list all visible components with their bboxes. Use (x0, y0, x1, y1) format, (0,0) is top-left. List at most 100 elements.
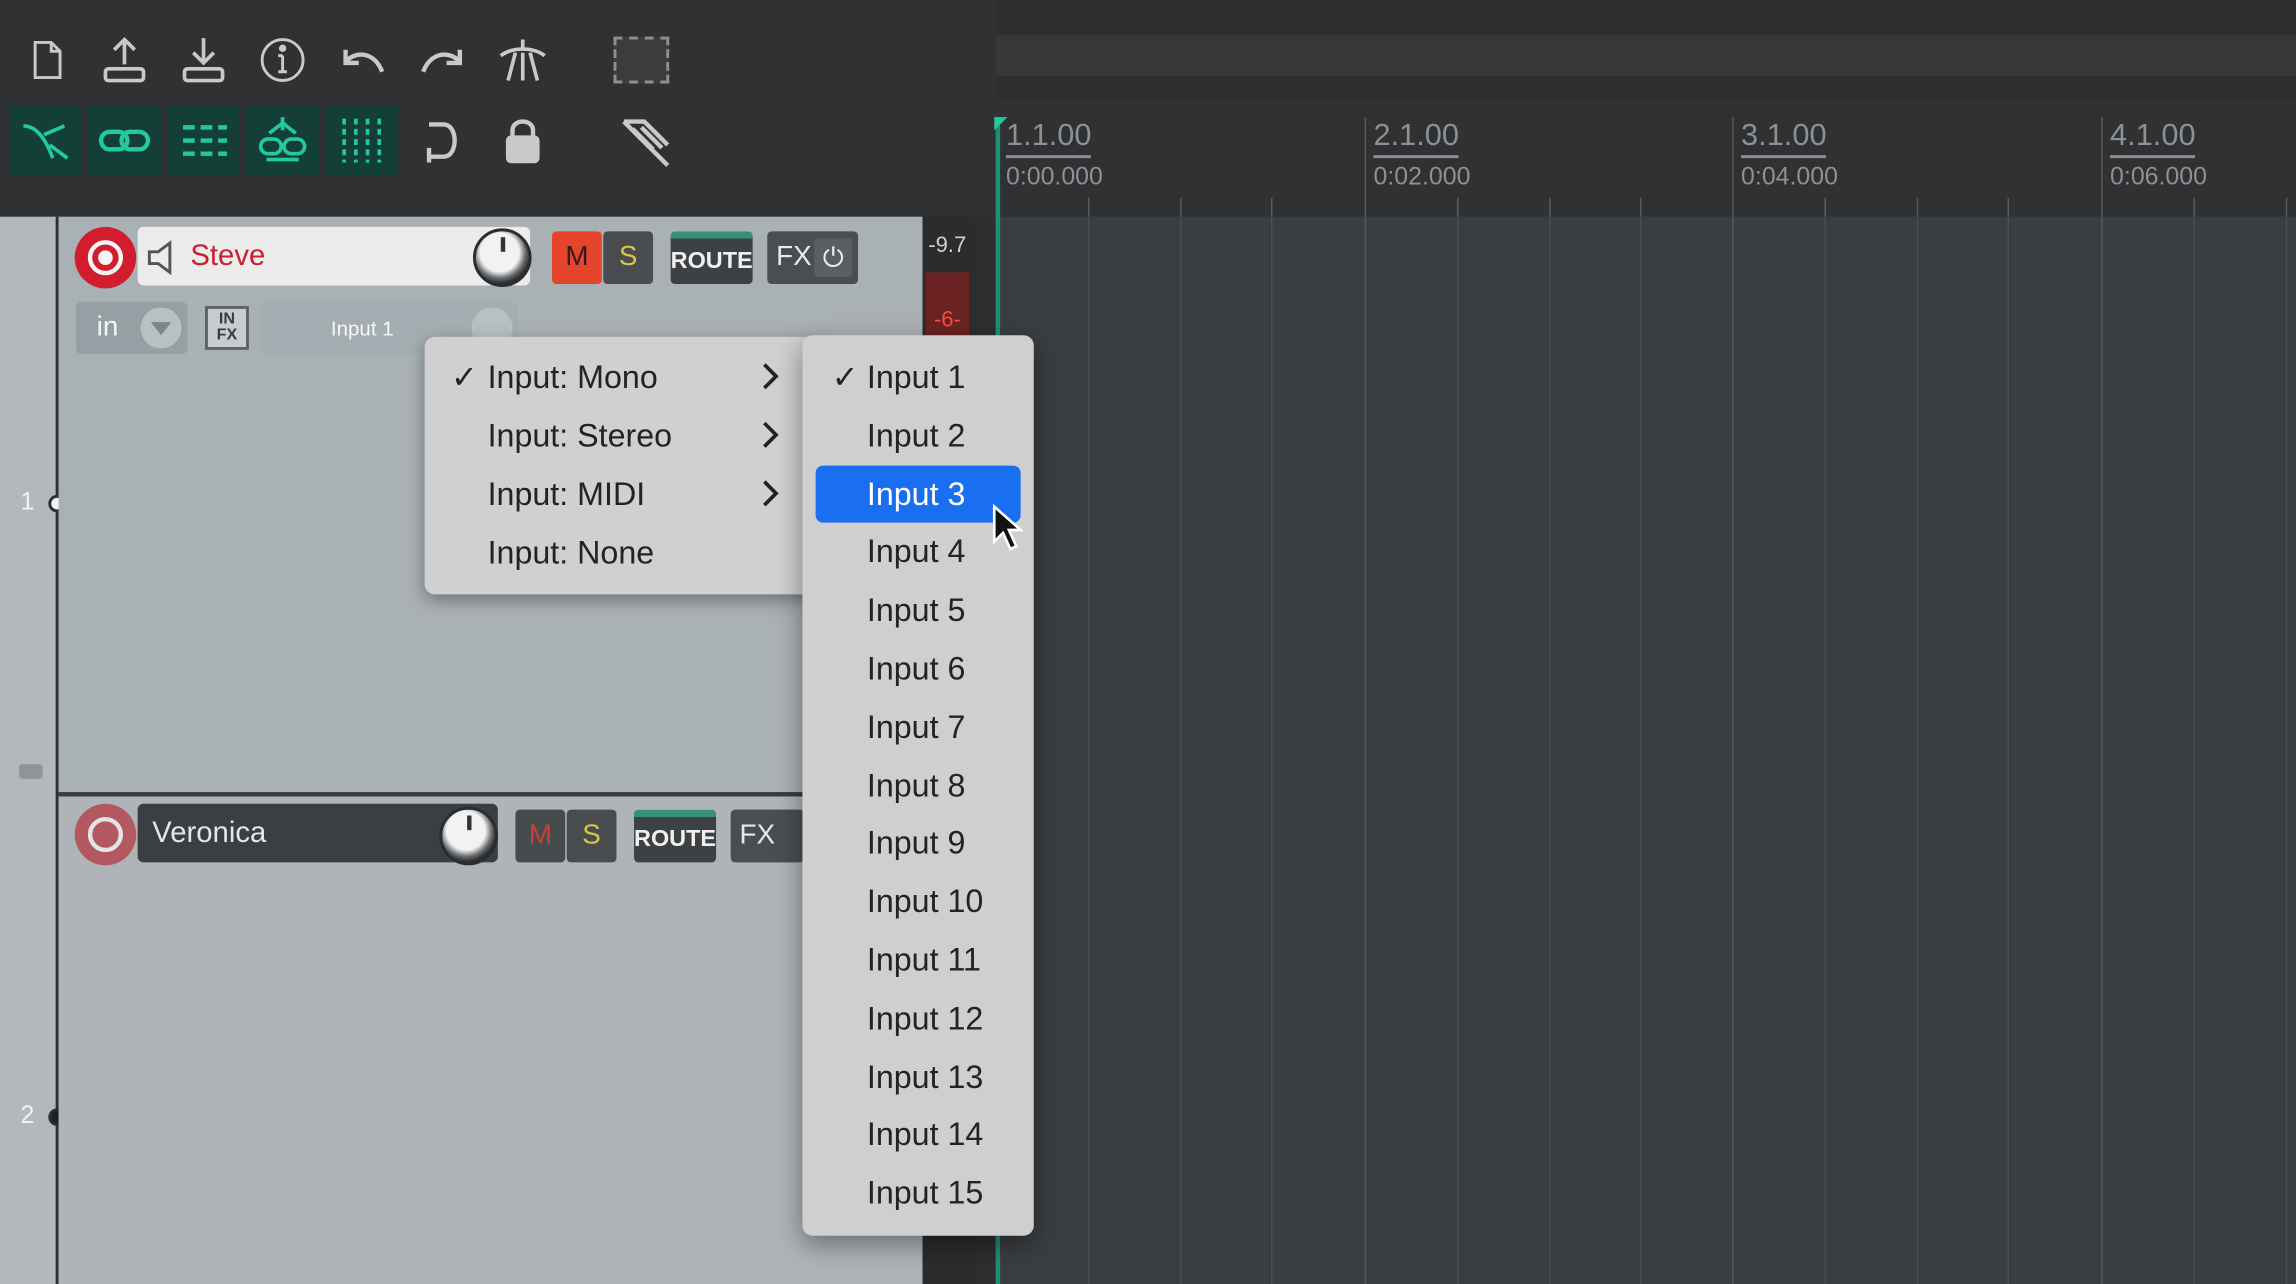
submenu-item-label: Input 9 (866, 824, 966, 862)
submenu-item-input-7[interactable]: Input 7 (832, 700, 1022, 756)
grid-line (2101, 216, 2103, 1284)
checkmark-icon: ✓ (831, 358, 859, 396)
daw-window: 1.1.00 0:00.000 2.1.00 0:02.000 3.1.00 0:04… (0, 0, 2296, 1284)
submenu-item-input-11[interactable]: Input 11 (832, 933, 1022, 989)
folder-icon[interactable] (19, 764, 43, 779)
solo-button[interactable]: S (603, 231, 654, 285)
loop-icon[interactable] (410, 108, 474, 172)
edit-cursor-flag[interactable] (994, 117, 1008, 131)
fx-button[interactable]: FX ⏻ (767, 231, 859, 285)
route-button[interactable]: ROUTE (634, 809, 717, 863)
submenu-item-label: Input 2 (866, 416, 966, 454)
menu-item-input-stereo[interactable]: Input: Stereo (451, 408, 780, 464)
meter-clip-value: -6- (933, 307, 961, 333)
track-panel-veronica[interactable] (58, 792, 923, 1284)
record-arm-button[interactable] (74, 803, 137, 866)
submenu-item-label: Input 5 (866, 591, 966, 629)
menu-item-label: Input: Mono (487, 358, 658, 396)
grid-line (1179, 216, 1182, 1284)
input-mode-label: in (96, 311, 119, 343)
meter-peak-value: -9.7 (928, 232, 967, 258)
fx-button[interactable]: FX (730, 809, 804, 863)
mute-button[interactable]: M (552, 231, 602, 285)
submenu-item-input-15[interactable]: Input 15 (832, 1166, 1022, 1222)
submenu-item-label: Input 11 (866, 941, 981, 979)
item-grouping-icon[interactable] (87, 105, 162, 176)
auto-crossfade-icon[interactable] (246, 105, 320, 176)
metronome-icon[interactable] (491, 28, 555, 92)
new-project-icon[interactable] (13, 28, 77, 92)
menu-item-label: Input: MIDI (487, 475, 646, 513)
route-button[interactable]: ROUTE (670, 231, 753, 285)
ruler-marker: 2.1.00 0:02.000 (1373, 118, 1471, 191)
submenu-item-input-9[interactable]: Input 9 (832, 816, 1022, 872)
project-info-icon[interactable] (250, 28, 314, 92)
volume-knob[interactable] (439, 806, 498, 866)
submenu-item-input-6[interactable]: Input 6 (832, 641, 1022, 697)
grid-line (1732, 216, 1734, 1284)
input-mode-selector[interactable]: in (76, 301, 188, 355)
chevron-right-icon (763, 421, 779, 448)
ruler-tick (2193, 197, 2195, 217)
ripple-edit-icon[interactable] (8, 105, 83, 176)
ruler-tick (1364, 117, 1367, 217)
submenu-item-label: Input 6 (866, 650, 966, 687)
menu-item-label: Input: None (487, 534, 655, 571)
open-project-icon[interactable] (92, 28, 156, 92)
monitor-speaker-icon[interactable] (146, 239, 178, 277)
ruler-tick (1179, 197, 1182, 217)
submenu-item-input-13[interactable]: Input 13 (832, 1049, 1022, 1105)
ruler-tick (2285, 197, 2287, 217)
ruler-tick (1087, 197, 1090, 217)
submenu-item-label: Input 12 (866, 999, 984, 1037)
track-number: 2 (20, 1101, 35, 1129)
menu-item-input-midi[interactable]: Input: MIDI (451, 467, 780, 523)
meter-clip-indicator[interactable]: -6- (925, 272, 970, 337)
track-name-field[interactable]: Steve (137, 226, 531, 286)
submenu-item-input-10[interactable]: Input 10 (832, 874, 1022, 930)
fx-bypass-icon[interactable]: ⏻ (814, 238, 853, 277)
ruler-tick (2008, 197, 2010, 217)
lock-icon[interactable] (491, 108, 555, 172)
submenu-item-label: Input 3 (866, 475, 966, 512)
submenu-item-input-1[interactable]: ✓ Input 1 (832, 350, 1022, 406)
fx-label: FX (739, 819, 776, 851)
submenu-item-label: Input 13 (866, 1057, 984, 1095)
chevron-down-icon (140, 307, 182, 349)
menu-item-label: Input: Stereo (487, 417, 673, 454)
grid-line (1640, 216, 1643, 1284)
grid-line (2285, 216, 2287, 1284)
save-project-icon[interactable] (171, 28, 235, 92)
grid-line (1916, 216, 1918, 1284)
ruler-tick (1456, 197, 1459, 217)
submenu-item-input-2[interactable]: Input 2 (832, 408, 1022, 464)
submenu-item-input-14[interactable]: Input 14 (832, 1107, 1022, 1163)
menu-item-input-none[interactable]: Input: None (451, 526, 780, 582)
mute-button[interactable]: M (515, 809, 566, 863)
grid-line (1824, 216, 1826, 1284)
input-fx-button[interactable]: IN FX (205, 305, 249, 350)
undo-icon[interactable] (329, 28, 393, 92)
grid-line (2008, 216, 2010, 1284)
grid-lines-icon[interactable] (325, 105, 399, 176)
grid-line (1087, 216, 1090, 1284)
snap-grid-icon[interactable] (166, 105, 241, 176)
grid-line (2193, 216, 2195, 1284)
ruler-tick (1916, 197, 1918, 217)
submenu-item-label: Input 1 (866, 358, 966, 396)
solo-button[interactable]: S (566, 809, 617, 863)
trim-behind-icon[interactable] (611, 105, 681, 175)
menu-item-input-mono[interactable]: ✓ Input: Mono (451, 350, 780, 406)
submenu-item-label: Input 4 (866, 533, 966, 571)
volume-knob[interactable] (472, 228, 532, 287)
ruler-marker: 4.1.00 0:06.000 (2110, 118, 2207, 191)
submenu-item-input-8[interactable]: Input 8 (832, 758, 1022, 814)
horizontal-scroll-strip[interactable] (995, 35, 2296, 77)
submenu-item-input-12[interactable]: Input 12 (832, 991, 1022, 1047)
marquee-select-icon[interactable] (613, 36, 670, 84)
ruler-tick (1824, 197, 1826, 217)
submenu-item-input-5[interactable]: Input 5 (832, 583, 1022, 639)
record-input-label: Input 1 (330, 316, 394, 340)
record-arm-button[interactable] (74, 226, 137, 289)
redo-icon[interactable] (411, 28, 475, 92)
